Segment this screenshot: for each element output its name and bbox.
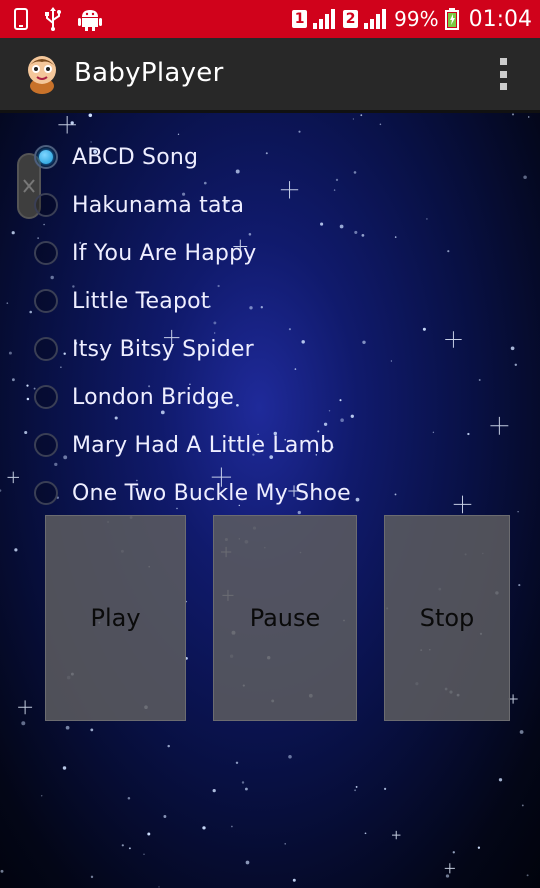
status-bar: 1 2 99% 01:04: [0, 0, 540, 38]
overflow-menu-icon[interactable]: [496, 58, 510, 90]
song-radio-item[interactable]: Hakunama tata: [34, 181, 244, 229]
song-radio-item[interactable]: One Two Buckle My Shoe: [34, 469, 351, 517]
battery-percent: 99%: [394, 7, 439, 31]
action-bar: BabyPlayer: [0, 38, 540, 113]
clock: 01:04: [468, 6, 532, 32]
song-label: Little Teapot: [72, 288, 210, 314]
radio-dot: [39, 150, 53, 164]
song-label: If You Are Happy: [72, 240, 257, 266]
content-area: ABCD Song Hakunama tata If You Are Happy Li…: [0, 113, 540, 888]
system-status: 1 2 99% 01:04: [292, 0, 532, 38]
song-radio-item[interactable]: London Bridge: [34, 373, 234, 421]
song-label: Hakunama tata: [72, 192, 245, 218]
watermark: [524, 129, 536, 279]
song-label: Mary Had A Little Lamb: [72, 432, 335, 458]
radio-button-checked[interactable]: [34, 145, 58, 169]
radio-button[interactable]: [34, 193, 58, 217]
sim2-badge: 2: [343, 10, 359, 28]
song-label: ABCD Song: [72, 144, 199, 170]
radio-button[interactable]: [34, 337, 58, 361]
android-icon: [78, 10, 102, 31]
play-button[interactable]: Play: [45, 515, 186, 721]
battery-charging-icon: [444, 8, 459, 30]
radio-button[interactable]: [34, 241, 58, 265]
radio-button[interactable]: [34, 481, 58, 505]
sim1-badge: 1: [292, 10, 308, 28]
signal-icon: [364, 9, 387, 29]
radio-button[interactable]: [34, 385, 58, 409]
pause-button[interactable]: Pause: [213, 515, 357, 721]
song-radio-item[interactable]: Little Teapot: [34, 277, 210, 325]
song-label: Itsy Bitsy Spider: [72, 336, 254, 362]
app-title: BabyPlayer: [74, 58, 224, 88]
song-label: London Bridge: [72, 384, 234, 410]
song-label: One Two Buckle My Shoe: [72, 480, 351, 506]
notification-icons: [14, 7, 102, 31]
song-radio-item[interactable]: ABCD Song: [34, 133, 198, 181]
usb-icon: [45, 7, 61, 31]
signal-icon: [313, 9, 336, 29]
radio-button[interactable]: [34, 433, 58, 457]
baby-face-icon[interactable]: [22, 54, 62, 94]
stop-button[interactable]: Stop: [384, 515, 510, 721]
song-radio-item[interactable]: Mary Had A Little Lamb: [34, 421, 334, 469]
song-radio-item[interactable]: If You Are Happy: [34, 229, 256, 277]
radio-button[interactable]: [34, 289, 58, 313]
phone-icon: [14, 8, 28, 30]
song-radio-item[interactable]: Itsy Bitsy Spider: [34, 325, 254, 373]
